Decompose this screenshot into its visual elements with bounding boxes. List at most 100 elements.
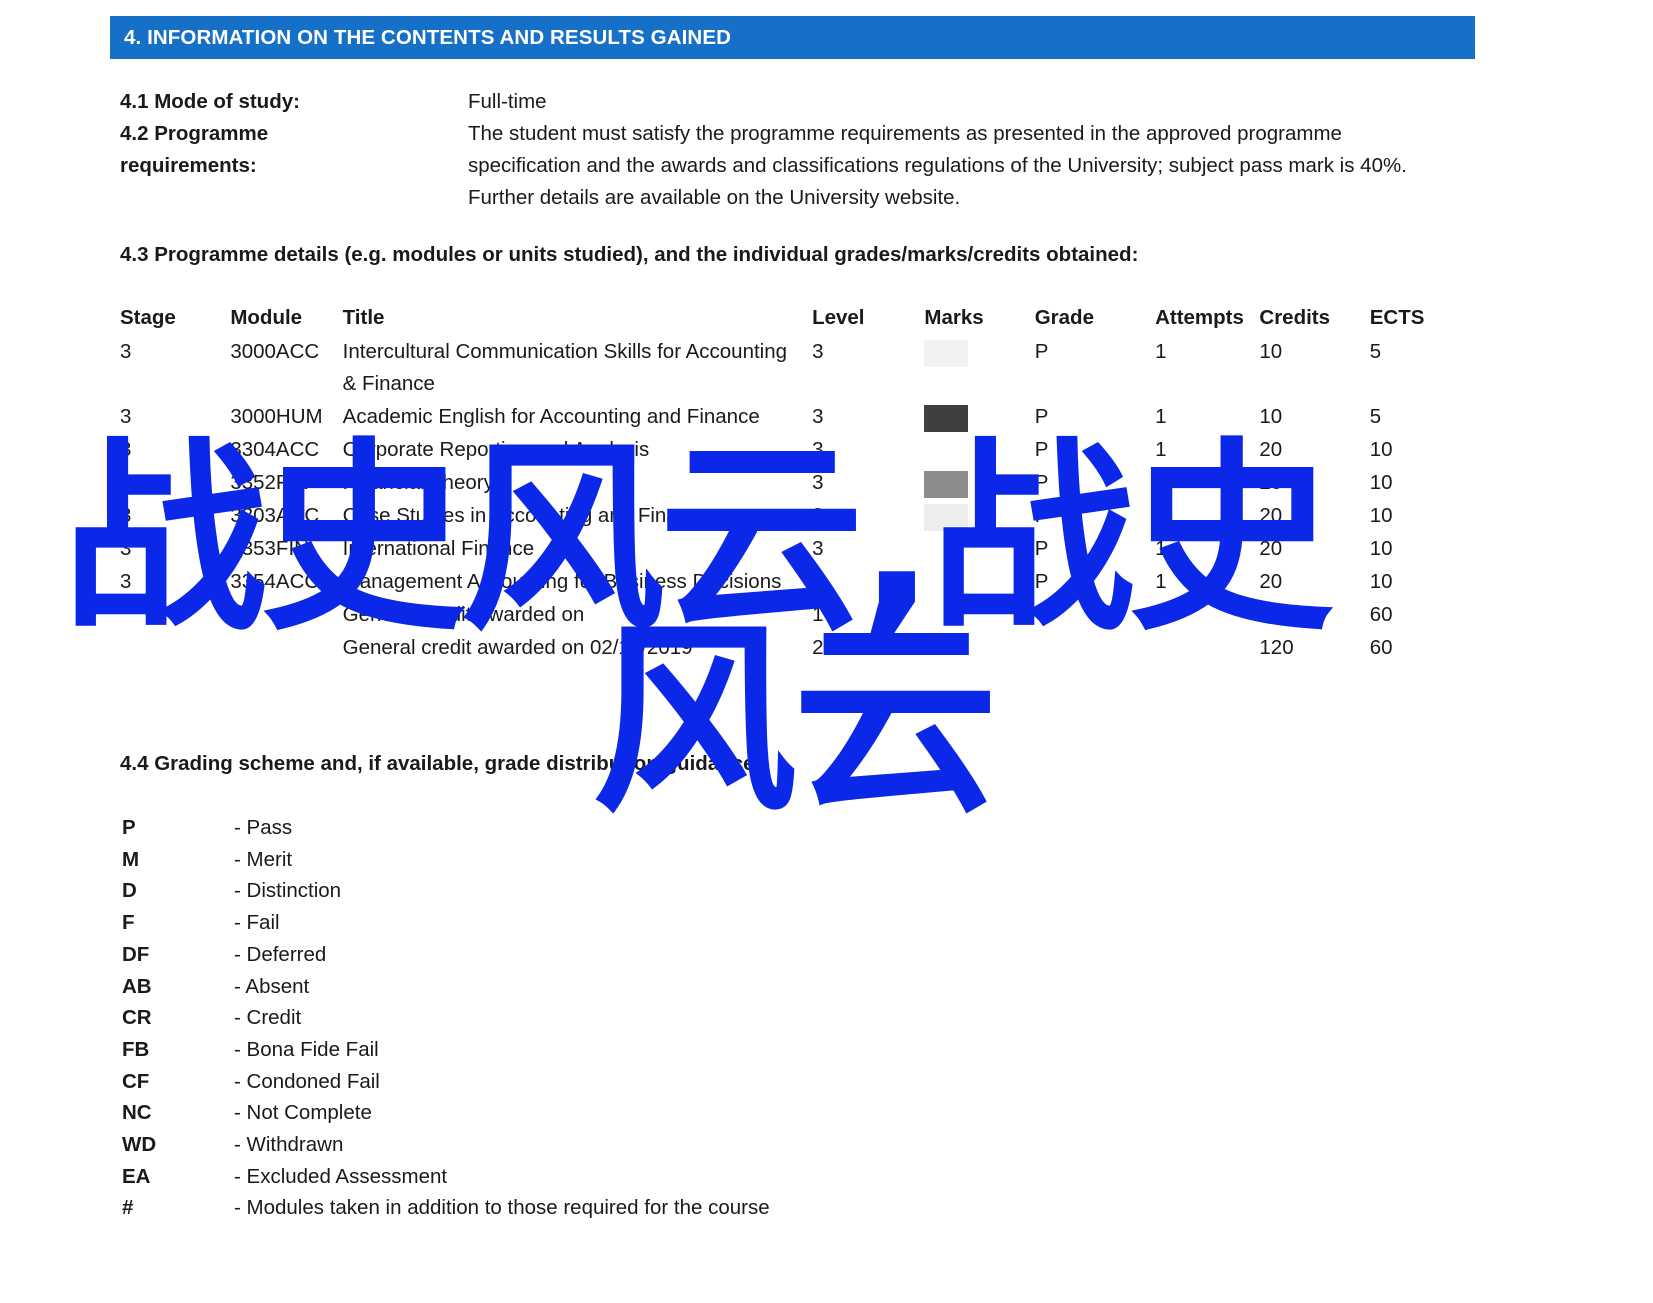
grading-scheme-code: F <box>122 911 135 935</box>
grading-scheme-description: - Bona Fide Fail <box>234 1037 379 1061</box>
programme-requirements-label: 4.2 Programme requirements: <box>120 118 468 182</box>
cell-level: 3 <box>812 405 824 428</box>
grading-scheme-row: D - Distinction <box>122 875 770 907</box>
cell-level: 3 <box>812 438 824 461</box>
cell-module <box>230 599 342 632</box>
grading-scheme-code: D <box>122 879 137 903</box>
grading-scheme-code: NC <box>122 1101 152 1125</box>
cell-attempts: 1 <box>1155 504 1167 527</box>
marks-redaction-swatch <box>924 405 969 433</box>
grading-scheme-row: WD - Withdrawn <box>122 1129 770 1161</box>
marks-redaction-swatch <box>924 603 969 631</box>
cell-credits: 120 <box>1259 603 1294 626</box>
table-header-row: Stage Module Title Level Marks Grade Att… <box>120 306 1450 336</box>
cell-attempts <box>1155 599 1259 632</box>
cell-stage: 3 <box>120 405 132 428</box>
cell-title: Case Studies in Accounting and Finance <box>342 504 711 527</box>
cell-credits: 20 <box>1259 570 1283 593</box>
cell-ects: 10 <box>1369 570 1393 593</box>
marks-redaction-swatch <box>924 438 969 466</box>
column-header-marks: Marks <box>924 306 984 329</box>
table-row: 3 3352FIN Financial Theory 3 P 1 20 10 <box>120 467 1450 500</box>
table-row: 3 3303ACC Case Studies in Accounting and F… <box>120 500 1450 533</box>
grading-scheme-row: EA - Excluded Assessment <box>122 1161 770 1193</box>
cell-ects: 10 <box>1369 438 1393 461</box>
cell-marks <box>924 566 1034 599</box>
column-header-attempts: Attempts <box>1155 306 1244 329</box>
cell-attempts: 1 <box>1155 537 1167 560</box>
grading-scheme-list: P - Pass M - Merit D - Distinction F - Fail DF - … <box>122 812 770 1224</box>
cell-marks <box>924 632 1034 665</box>
mode-of-study-value: Full-time <box>468 90 547 113</box>
cell-module: 3000HUM <box>230 405 323 428</box>
cell-stage: 3 <box>120 471 132 494</box>
table-row: 3 3304ACC Corporate Reporting and Analysis… <box>120 434 1450 467</box>
programme-requirements-label-line2: requirements: <box>120 154 257 177</box>
cell-level: 3 <box>812 537 824 560</box>
field-row-programme-requirements: 4.2 Programme requirements: The student … <box>120 118 1460 214</box>
cell-ects: 10 <box>1369 471 1393 494</box>
cell-title: Corporate Reporting and Analysis <box>342 438 650 461</box>
field-row-mode-of-study: 4.1 Mode of study: Full-time <box>120 86 1460 118</box>
cell-grade: P <box>1034 340 1049 363</box>
cell-grade <box>1035 632 1155 665</box>
table-body: 3 3000ACC Intercultural Communication Skil… <box>120 336 1450 665</box>
column-header-level: Level <box>812 306 865 329</box>
marks-redaction-swatch <box>924 570 969 598</box>
grading-scheme-code: CF <box>122 1069 150 1093</box>
cell-title: International Finance <box>342 537 535 560</box>
cell-level: 3 <box>812 504 824 527</box>
grading-scheme-row: CR - Credit <box>122 1002 770 1034</box>
cell-marks <box>924 336 1034 401</box>
cell-attempts: 1 <box>1155 405 1167 428</box>
grading-scheme-description: - Credit <box>234 1006 302 1030</box>
cell-grade: P <box>1034 570 1049 593</box>
column-header-ects: ECTS <box>1369 306 1425 329</box>
cell-marks <box>924 434 1034 467</box>
cell-ects: 60 <box>1369 636 1393 659</box>
cell-attempts: 1 <box>1155 340 1167 363</box>
cell-attempts <box>1155 632 1259 665</box>
cell-marks <box>924 599 1034 632</box>
cell-title: Management Accounting for Business Decis… <box>342 570 782 593</box>
section-header-title: 4. INFORMATION ON THE CONTENTS AND RESUL… <box>124 25 731 49</box>
cell-title: Academic English for Accounting and Fina… <box>342 405 760 428</box>
table-row: 3 3354ACC Management Accounting for Busine… <box>120 566 1450 599</box>
mode-of-study-label: 4.1 Mode of study: <box>120 90 300 113</box>
table-row: 3 3000HUM Academic English for Accounting … <box>120 401 1450 434</box>
grading-scheme-row: FB - Bona Fide Fail <box>122 1034 770 1066</box>
column-header-title: Title <box>342 306 385 329</box>
grading-scheme-description: - Distinction <box>234 879 342 903</box>
cell-title: General credit awarded on 02/12/2019 <box>342 636 693 659</box>
column-header-credits: Credits <box>1259 306 1331 329</box>
cell-module: 3354ACC <box>230 570 320 593</box>
cell-marks <box>924 467 1034 500</box>
grading-scheme-description: - Fail <box>234 911 280 935</box>
field-block: 4.1 Mode of study: Full-time 4.2 Program… <box>120 86 1460 214</box>
cell-title: Financial Theory <box>342 471 494 494</box>
table-row: 3 3353FIN International Finance 3 P 1 20 10 <box>120 533 1450 566</box>
cell-credits: 10 <box>1259 340 1283 363</box>
cell-ects: 10 <box>1369 504 1393 527</box>
cell-stage: 3 <box>120 438 132 461</box>
cell-ects: 5 <box>1369 405 1382 428</box>
cell-ects: 5 <box>1369 340 1382 363</box>
grading-scheme-description: - Modules taken in addition to those req… <box>234 1196 770 1220</box>
column-header-module: Module <box>230 306 303 329</box>
grading-scheme-row: NC - Not Complete <box>122 1097 770 1129</box>
cell-credits: 20 <box>1259 438 1283 461</box>
grading-scheme-heading: 4.4 Grading scheme and, if available, gr… <box>120 752 755 775</box>
cell-level: 1 <box>812 603 824 626</box>
cell-credits: 10 <box>1259 405 1283 428</box>
cell-module: 3304ACC <box>230 438 320 461</box>
cell-attempts: 1 <box>1155 471 1167 494</box>
cell-module <box>230 632 342 665</box>
cell-level: 3 <box>812 570 824 593</box>
cell-module: 3353FIN <box>230 537 309 560</box>
cell-title: General credit awarded on <box>342 603 585 626</box>
cell-title: Intercultural Communication Skills for A… <box>342 340 788 395</box>
marks-redaction-swatch <box>924 636 969 664</box>
cell-attempts: 1 <box>1155 570 1167 593</box>
grading-scheme-code: P <box>122 816 136 839</box>
grading-scheme-code: M <box>122 847 140 871</box>
